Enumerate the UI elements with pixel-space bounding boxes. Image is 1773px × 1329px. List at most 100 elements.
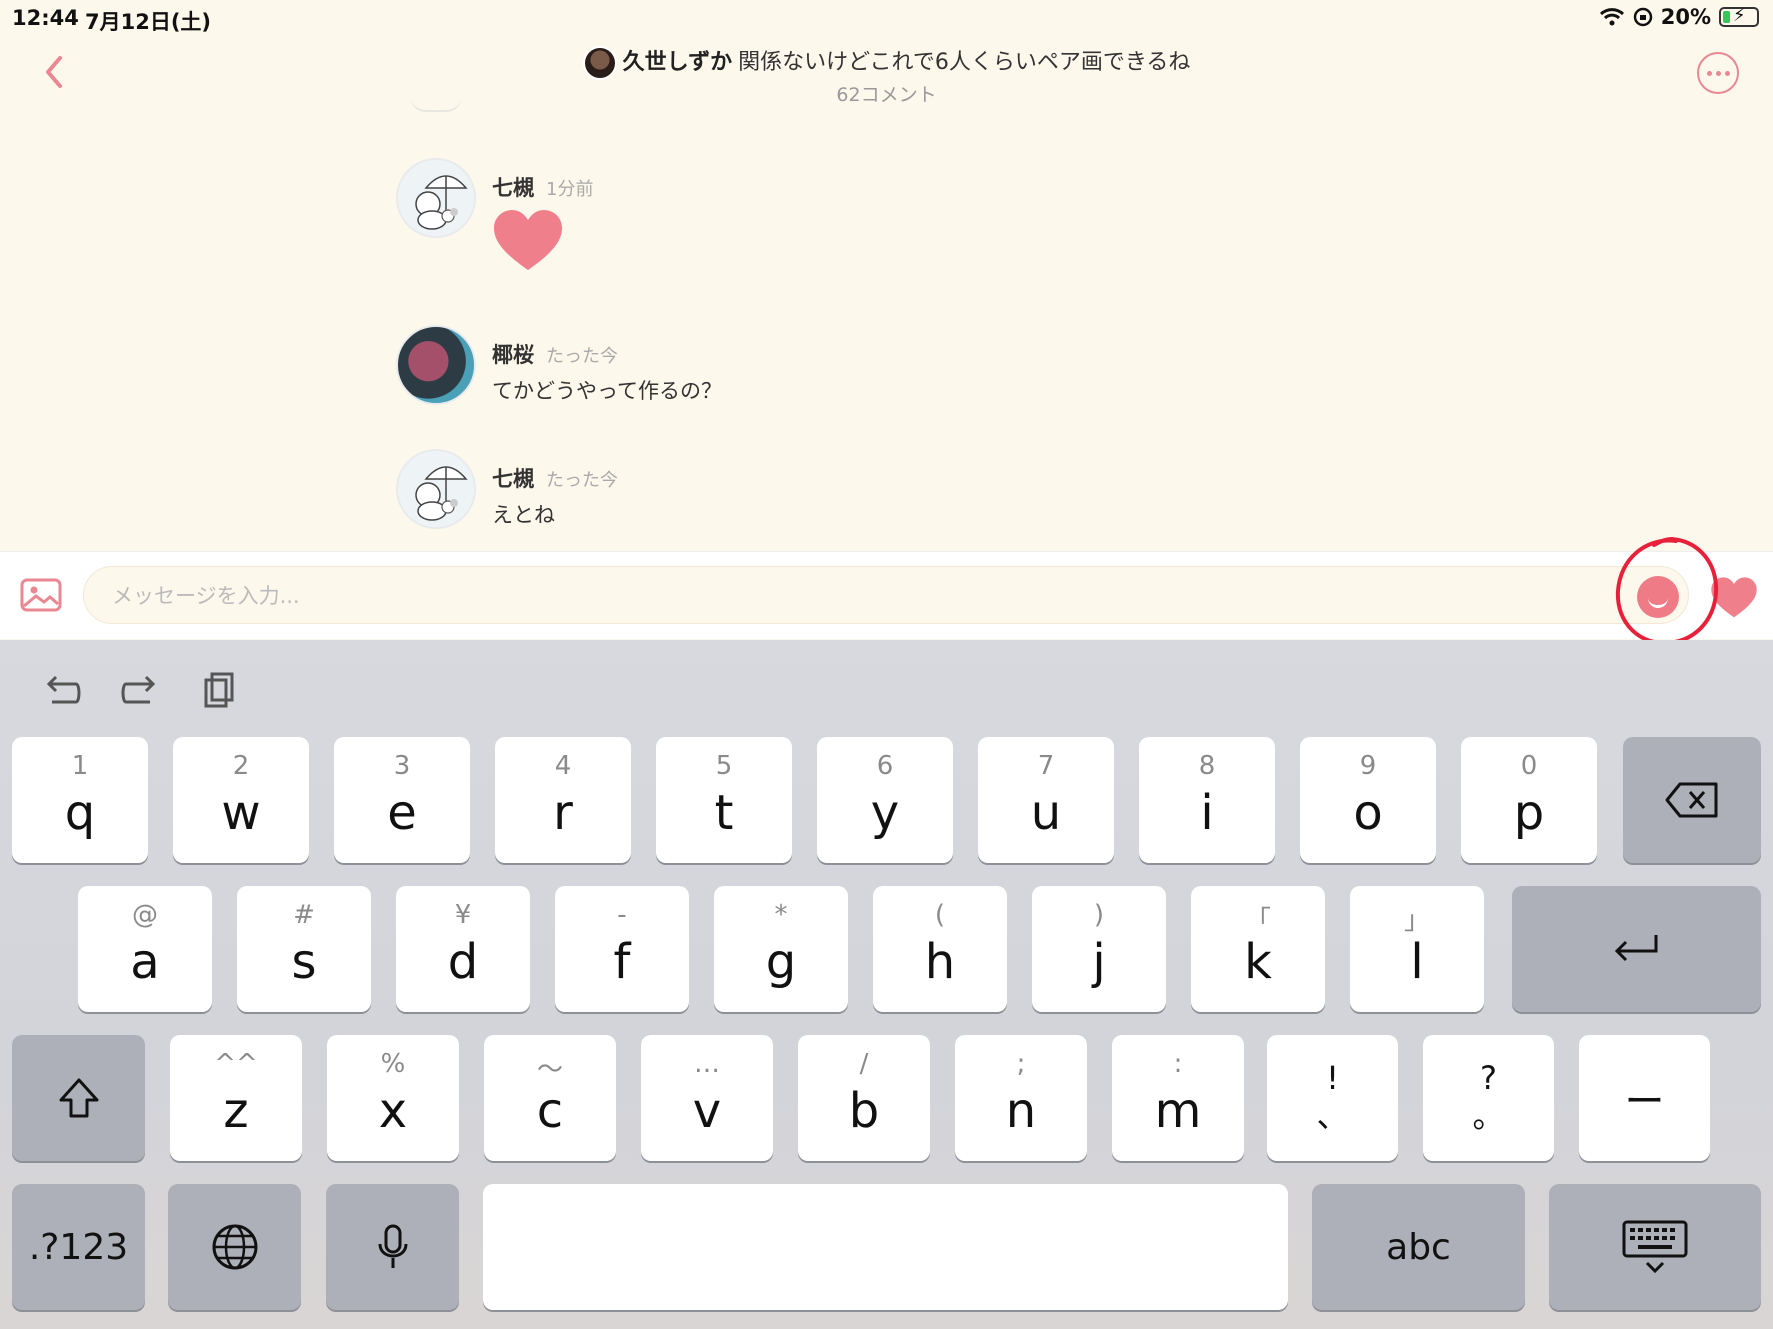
key-label: s (291, 934, 317, 990)
paste-icon[interactable] (198, 668, 242, 712)
thread-author: 久世しずか (622, 50, 733, 75)
key-secondary-label: 9 (1359, 751, 1377, 781)
globe-key[interactable] (168, 1184, 301, 1310)
key-x[interactable]: % x (327, 1035, 459, 1161)
key-label: y (870, 785, 900, 841)
key-exclaim[interactable]: ! 、 (1267, 1035, 1398, 1161)
key-secondary-label: 6 (876, 751, 894, 781)
key-label: u (1030, 785, 1062, 841)
key-label: x (378, 1083, 408, 1139)
key-label: w (221, 785, 261, 841)
key-secondary-label: / (859, 1049, 869, 1079)
key-label: r (553, 785, 573, 841)
status-time: 12:44 (12, 6, 79, 30)
message-text: えとね (492, 503, 555, 527)
key-j[interactable]: ) j (1032, 886, 1166, 1012)
key-secondary-label: 4 (554, 751, 572, 781)
key-label: e (387, 785, 417, 841)
key-label: j (1092, 934, 1106, 990)
key-secondary-label: ; (1016, 1049, 1026, 1079)
key-question[interactable]: ? 。 (1423, 1035, 1554, 1161)
key-label: g (765, 934, 797, 990)
key-b[interactable]: / b (798, 1035, 930, 1161)
numbers-key[interactable]: .?123 (12, 1184, 145, 1310)
battery-icon: ⚡ (1719, 5, 1759, 27)
key-f[interactable]: -f (555, 886, 689, 1012)
message-input[interactable]: メッセージを入力... (83, 566, 1689, 624)
orientation-lock-icon (1633, 7, 1652, 27)
key-h[interactable]: (h (873, 886, 1007, 1012)
key-i[interactable]: 8i (1139, 737, 1275, 863)
key-label: v (692, 1083, 722, 1139)
image-picker-icon[interactable] (20, 578, 62, 612)
space-key[interactable] (483, 1184, 1288, 1310)
key-label: l (1410, 934, 1424, 990)
shift-key[interactable] (12, 1035, 145, 1161)
message-time: たった今 (546, 346, 618, 367)
key-label: b (848, 1083, 880, 1139)
message-input-bar: メッセージを入力... (0, 551, 1773, 639)
return-key[interactable] (1512, 886, 1761, 1012)
key-secondary-label: 〜 (536, 1055, 563, 1085)
key-s[interactable]: # s (237, 886, 371, 1012)
redo-icon[interactable] (118, 668, 162, 712)
avatar[interactable] (396, 158, 476, 238)
key-n[interactable]: ; n (955, 1035, 1087, 1161)
key-label: i (1200, 785, 1214, 841)
key-a[interactable]: @ a (78, 886, 212, 1012)
key-secondary-label: # (293, 900, 315, 930)
key-v[interactable]: … v (641, 1035, 773, 1161)
key-label: h (924, 934, 956, 990)
wifi-icon (1599, 8, 1624, 26)
sticker-smile-button[interactable] (1637, 576, 1679, 618)
key-secondary-label: 8 (1198, 751, 1216, 781)
key-r[interactable]: 4r (495, 737, 631, 863)
abc-key[interactable]: abc (1312, 1184, 1525, 1310)
key-e[interactable]: 3e (334, 737, 470, 863)
dismiss-keyboard-key[interactable] (1549, 1184, 1761, 1310)
key-secondary-label: ) (1093, 900, 1105, 930)
key-c[interactable]: 〜 c (484, 1035, 616, 1161)
key-g[interactable]: * g (714, 886, 848, 1012)
message-username: 椰桜 (492, 343, 534, 367)
umbrella-character-icon (415, 466, 468, 521)
undo-icon[interactable] (40, 668, 84, 712)
key-secondary-label: * (774, 900, 788, 930)
key-q[interactable]: 1q (12, 737, 148, 863)
avatar[interactable] (396, 449, 476, 529)
key-label: n (1005, 1083, 1037, 1139)
key-u[interactable]: 7u (978, 737, 1114, 863)
partial-avatar (410, 96, 462, 112)
key-o[interactable]: 9o (1300, 737, 1436, 863)
key-secondary-label: ^^ (214, 1049, 258, 1079)
backspace-icon (1665, 782, 1718, 818)
key-long-vowel[interactable]: ー (1579, 1035, 1710, 1161)
key-p[interactable]: 0p (1461, 737, 1597, 863)
key-label: c (536, 1083, 564, 1139)
key-label: o (1353, 785, 1383, 841)
message-username: 七槻 (492, 176, 534, 200)
key-d[interactable]: ¥ d (396, 886, 530, 1012)
more-options-button[interactable] (1697, 52, 1739, 94)
dictation-key[interactable] (326, 1184, 459, 1310)
key-z[interactable]: ^^ z (170, 1035, 302, 1161)
key-secondary-label: 2 (232, 751, 250, 781)
thread-title: 久世しずか 関係ないけどこれで6人くらいペア画できるね (0, 44, 1773, 80)
avatar[interactable] (396, 325, 476, 405)
message-time: 1分前 (546, 179, 594, 200)
key-label: k (1244, 934, 1272, 990)
backspace-key[interactable] (1623, 737, 1761, 863)
key-secondary-label: ¥ (454, 900, 472, 930)
key-w[interactable]: 2w (173, 737, 309, 863)
heart-send-icon[interactable] (1710, 576, 1758, 620)
key-secondary-label: 0 (1520, 751, 1538, 781)
key-secondary-label: - (617, 900, 627, 930)
author-avatar (582, 46, 617, 80)
key-label: a (130, 934, 160, 990)
key-m[interactable]: :m (1112, 1035, 1244, 1161)
key-k[interactable]: 「k (1191, 886, 1325, 1012)
status-date: 7月12日(土) (85, 10, 212, 34)
key-y[interactable]: 6y (817, 737, 953, 863)
key-t[interactable]: 5t (656, 737, 792, 863)
key-l[interactable]: 」 l (1350, 886, 1484, 1012)
